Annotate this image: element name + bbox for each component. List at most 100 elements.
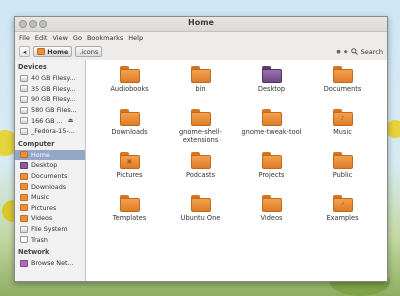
file-label: bin: [195, 85, 206, 93]
sidebar-item-label: 40 GB Filesy...: [31, 74, 76, 83]
sidebar-item-downloads[interactable]: Downloads: [15, 181, 85, 192]
path-button-home[interactable]: Home: [33, 46, 73, 57]
folder-icon: [119, 109, 140, 126]
sidebar-item-file-system[interactable]: File System: [15, 224, 85, 235]
menu-view[interactable]: View: [52, 34, 67, 42]
sidebar-item-device-1[interactable]: 35 GB Filesy...: [15, 84, 85, 95]
sidebar: Devices 40 GB Filesy... 35 GB Filesy... 90…: [15, 60, 86, 281]
eject-icon[interactable]: ⏏: [68, 117, 74, 124]
drive-icon: [20, 117, 28, 125]
titlebar: Home: [15, 17, 387, 32]
sidebar-heading-network: Network: [18, 247, 50, 256]
back-arrow-icon: ◂: [23, 47, 27, 56]
path-button-icons[interactable]: .icons: [75, 46, 103, 57]
sidebar-item-desktop[interactable]: Desktop: [15, 160, 85, 171]
folder-icon: [332, 152, 353, 169]
sidebar-item-label: _Fedora-15-...: [31, 127, 75, 136]
drive-icon: [20, 106, 28, 114]
file-item-desktop[interactable]: Desktop: [236, 66, 307, 109]
desk-icon: [20, 161, 28, 169]
file-item-music[interactable]: ♪ Music: [307, 109, 378, 152]
trash-icon: [20, 236, 28, 244]
file-item-downloads[interactable]: Downloads: [94, 109, 165, 152]
menu-file[interactable]: File: [19, 34, 30, 42]
file-label: Ubuntu One: [180, 214, 221, 222]
folder-icon: [190, 152, 211, 169]
folder-emblem-icon: ▣: [126, 158, 133, 165]
sidebar-item-label: 166 GB ...: [31, 116, 63, 125]
sidebar-item-music[interactable]: Music: [15, 192, 85, 203]
menu-go[interactable]: Go: [73, 34, 82, 42]
sidebar-item-device-2[interactable]: 90 GB Filesy...: [15, 94, 85, 105]
sidebar-item-label: Desktop: [31, 161, 58, 170]
file-item-examples[interactable]: ↗ Examples: [307, 195, 378, 238]
file-item-documents[interactable]: Documents: [307, 66, 378, 109]
folder-icon: [20, 172, 28, 180]
sidebar-item-browse-network[interactable]: Browse Net...: [15, 258, 85, 269]
devices-list: 40 GB Filesy... 35 GB Filesy... 90 GB File…: [15, 73, 85, 137]
sidebar-item-label: Trash: [31, 235, 48, 244]
sidebar-item-label: Videos: [31, 214, 53, 223]
file-label: Downloads: [111, 128, 148, 136]
file-label: gnome-tweak-tool: [241, 128, 302, 136]
file-item-bin[interactable]: bin: [165, 66, 236, 109]
menu-edit[interactable]: Edit: [35, 34, 48, 42]
net-icon: [20, 259, 28, 267]
drive-icon: [20, 95, 28, 103]
menubar: File Edit View Go Bookmarks Help: [15, 32, 387, 43]
drive-icon: [20, 85, 28, 93]
folder-icon: [261, 152, 282, 169]
file-item-projects[interactable]: Projects: [236, 152, 307, 195]
home-icon: [37, 48, 46, 55]
computer-list: Home Desktop Documents Downloads Music Pictur…: [15, 149, 85, 245]
file-label: Videos: [260, 214, 283, 222]
sidebar-item-pictures[interactable]: Pictures: [15, 203, 85, 214]
view-options-icon[interactable]: ◆: [344, 49, 348, 55]
sidebar-item-trash[interactable]: Trash: [15, 234, 85, 245]
back-button[interactable]: ◂: [19, 46, 31, 57]
file-item-gnome-shell-extensions[interactable]: gnome-shell-extensions: [165, 109, 236, 152]
sidebar-item-label: 580 GB Files...: [31, 106, 77, 115]
sidebar-item-label: 35 GB Filesy...: [31, 84, 76, 93]
file-label: Examples: [326, 214, 359, 222]
file-item-podcasts[interactable]: Podcasts: [165, 152, 236, 195]
home-icon: [20, 151, 28, 159]
folder-icon: [20, 183, 28, 191]
folder-icon: [20, 214, 28, 222]
folder-icon: [190, 66, 211, 83]
file-label: Documents: [323, 85, 362, 93]
path-label: .icons: [79, 47, 99, 56]
view-toggle-icon[interactable]: ●: [336, 49, 340, 55]
file-item-templates[interactable]: Templates: [94, 195, 165, 238]
sidebar-item-device-4[interactable]: 166 GB ... ⏏: [15, 115, 85, 126]
file-item-videos[interactable]: Videos: [236, 195, 307, 238]
sidebar-item-label: Documents: [31, 172, 68, 181]
sidebar-item-videos[interactable]: Videos: [15, 213, 85, 224]
sidebar-item-documents[interactable]: Documents: [15, 171, 85, 182]
sidebar-item-device-3[interactable]: 580 GB Files...: [15, 105, 85, 116]
file-item-ubuntu-one[interactable]: Ubuntu One: [165, 195, 236, 238]
sidebar-item-device-5[interactable]: _Fedora-15-...: [15, 126, 85, 137]
folder-icon: [332, 66, 353, 83]
menu-help[interactable]: Help: [128, 34, 143, 42]
search-area: ● ◆ Search: [336, 48, 383, 56]
folder-icon: ▣: [119, 152, 140, 169]
folder-icon: [261, 109, 282, 126]
folder-icon: [190, 109, 211, 126]
folder-icon: [119, 195, 140, 212]
sidebar-item-label: Home: [31, 150, 50, 159]
sidebar-item-device-0[interactable]: 40 GB Filesy...: [15, 73, 85, 84]
file-label: Public: [332, 171, 353, 179]
file-label: Templates: [112, 214, 147, 222]
file-item-gnome-tweak-tool[interactable]: gnome-tweak-tool: [236, 109, 307, 152]
search-button[interactable]: Search: [361, 48, 383, 56]
menu-bookmarks[interactable]: Bookmarks: [87, 34, 123, 42]
search-icon[interactable]: [350, 48, 358, 55]
sidebar-item-home[interactable]: Home: [15, 149, 85, 161]
desktop-folder-icon: [261, 66, 282, 83]
file-item-pictures[interactable]: ▣ Pictures: [94, 152, 165, 195]
file-item-audiobooks[interactable]: Audiobooks: [94, 66, 165, 109]
folder-emblem-icon: ♪: [340, 115, 345, 122]
file-view[interactable]: Audiobooks bin Desktop Documents Downloads gn…: [86, 60, 387, 281]
file-item-public[interactable]: Public: [307, 152, 378, 195]
